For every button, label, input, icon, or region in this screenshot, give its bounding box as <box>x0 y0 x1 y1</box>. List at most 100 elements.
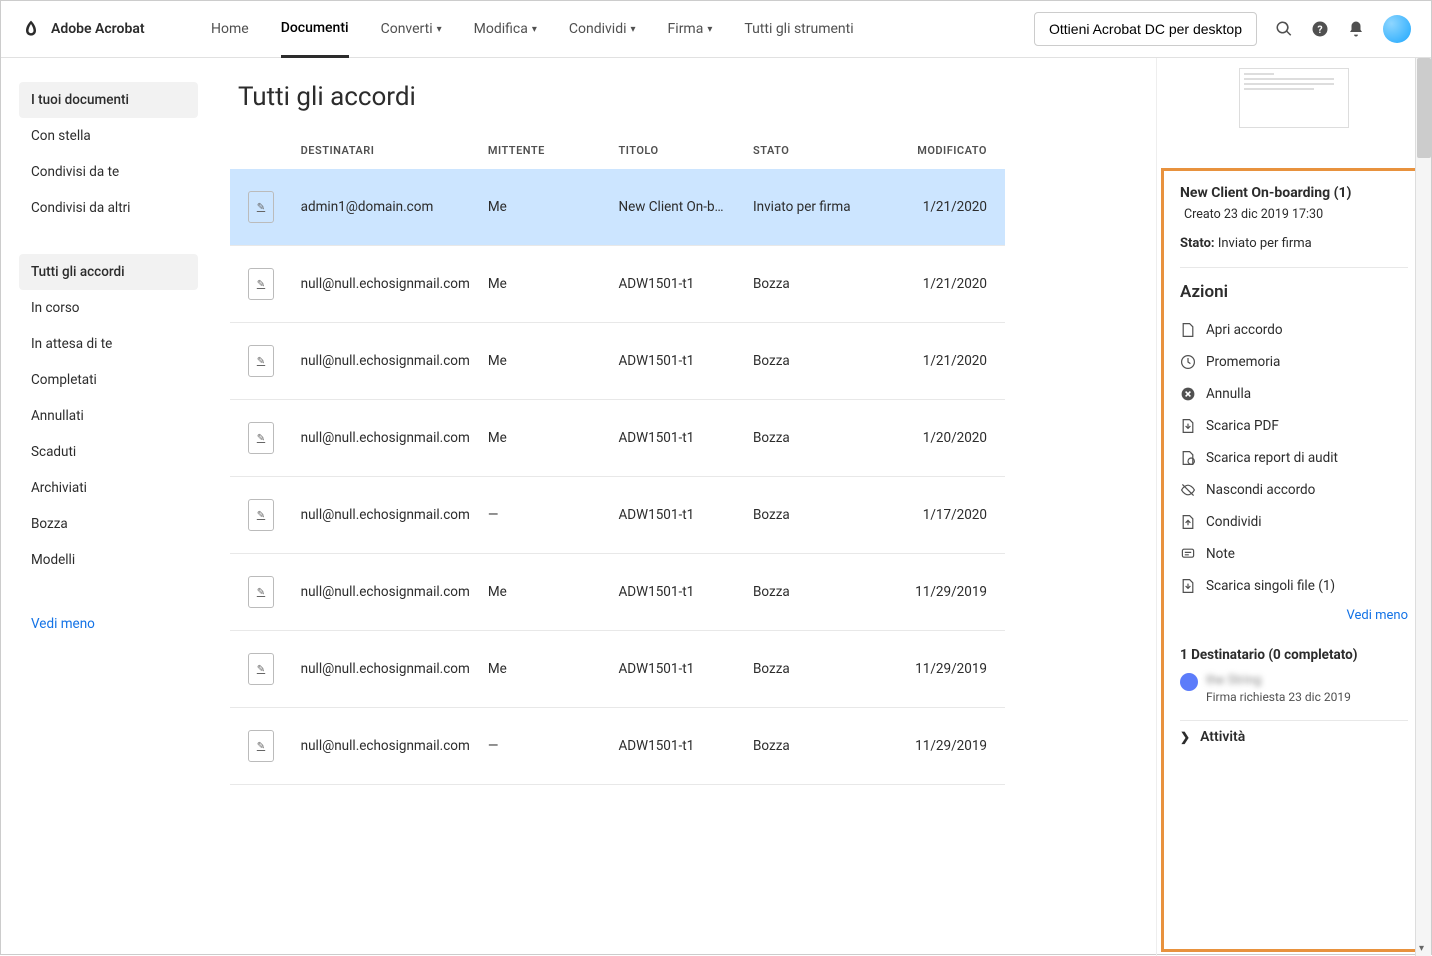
detail-title: New Client On-boarding (1) <box>1180 185 1408 201</box>
nav-modifica[interactable]: Modifica▾ <box>474 1 537 58</box>
sidebar-item-in-attesa[interactable]: In attesa di te <box>19 326 198 362</box>
document-sign-icon: ✎ <box>248 653 274 685</box>
action-report[interactable]: Scarica report di audit <box>1180 442 1408 474</box>
chevron-down-icon: ▾ <box>437 24 442 35</box>
action-files[interactable]: Scarica singoli file (1) <box>1180 570 1408 602</box>
detail-state: Stato: Inviato per firma <box>1180 236 1408 251</box>
sidebar-item-tuoi-documenti[interactable]: I tuoi documenti <box>19 82 198 118</box>
action-hide[interactable]: Nascondi accordo <box>1180 474 1408 506</box>
search-icon[interactable] <box>1275 20 1293 38</box>
scroll-thumb[interactable] <box>1417 58 1431 158</box>
nav-modifica-label: Modifica <box>474 21 528 37</box>
recipient-info: the String Firma richiesta 23 dic 2019 <box>1206 673 1351 704</box>
col-destinatari[interactable]: DESTINATARI <box>301 144 488 157</box>
sidebar-item-condivisi-da-altri[interactable]: Condivisi da altri <box>19 190 198 226</box>
row-icon-cell: ✎ <box>248 345 301 377</box>
row-stato: Bozza <box>753 584 909 600</box>
nav-converti-label: Converti <box>381 21 433 37</box>
chevron-down-icon: ▾ <box>707 24 712 35</box>
recipient-avatar-icon <box>1180 673 1198 691</box>
row-mittente: Me <box>488 661 619 677</box>
row-mittente: Me <box>488 353 619 369</box>
get-desktop-button[interactable]: Ottieni Acrobat DC per desktop <box>1034 12 1257 46</box>
action-label: Scarica report di audit <box>1206 450 1338 466</box>
nav-home[interactable]: Home <box>211 1 249 58</box>
table-row[interactable]: ✎null@null.echosignmail.com—ADW1501-t1Bo… <box>230 477 1005 554</box>
divider <box>1180 267 1408 268</box>
row-icon-cell: ✎ <box>248 191 301 223</box>
sidebar-item-tutti-accordi[interactable]: Tutti gli accordi <box>19 254 198 290</box>
row-modificato: 1/20/2020 <box>909 430 987 446</box>
document-sign-icon: ✎ <box>248 345 274 377</box>
sidebar-item-completati[interactable]: Completati <box>19 362 198 398</box>
action-label: Nascondi accordo <box>1206 482 1315 498</box>
nav-documenti[interactable]: Documenti <box>281 1 349 58</box>
vertical-scrollbar[interactable]: ▾ <box>1415 58 1431 956</box>
state-label: Stato: <box>1180 236 1215 251</box>
row-stato: Bozza <box>753 661 909 677</box>
details-vedi-meno-link[interactable]: Vedi meno <box>1180 602 1408 637</box>
sidebar-item-archiviati[interactable]: Archiviati <box>19 470 198 506</box>
recipient-row[interactable]: the String Firma richiesta 23 dic 2019 <box>1180 673 1408 704</box>
table-row[interactable]: ✎null@null.echosignmail.comMeADW1501-t1B… <box>230 554 1005 631</box>
sidebar-item-bozza[interactable]: Bozza <box>19 506 198 542</box>
col-modificato[interactable]: MODIFICATO <box>909 144 987 157</box>
state-value: Inviato per firma <box>1218 236 1312 251</box>
row-stato: Bozza <box>753 738 909 754</box>
sidebar-item-scaduti[interactable]: Scaduti <box>19 434 198 470</box>
row-destinatari: null@null.echosignmail.com <box>301 353 488 369</box>
sidebar-item-condivisi-da-te[interactable]: Condivisi da te <box>19 154 198 190</box>
recipient-name: the String <box>1206 673 1351 688</box>
action-share[interactable]: Condividi <box>1180 506 1408 538</box>
table-row[interactable]: ✎null@null.echosignmail.com—ADW1501-t1Bo… <box>230 708 1005 785</box>
activity-toggle[interactable]: ❯ Attività <box>1180 720 1408 753</box>
action-clock[interactable]: Promemoria <box>1180 346 1408 378</box>
table-row[interactable]: ✎null@null.echosignmail.comMeADW1501-t1B… <box>230 631 1005 708</box>
row-destinatari: null@null.echosignmail.com <box>301 276 488 292</box>
row-mittente: Me <box>488 199 619 215</box>
table-row[interactable]: ✎null@null.echosignmail.comMeADW1501-t1B… <box>230 400 1005 477</box>
sidebar-item-in-corso[interactable]: In corso <box>19 290 198 326</box>
scroll-down-arrow-icon[interactable]: ▾ <box>1419 943 1424 954</box>
table-row[interactable]: ✎null@null.echosignmail.comMeADW1501-t1B… <box>230 246 1005 323</box>
row-titolo: ADW1501-t1 <box>618 507 753 523</box>
action-note[interactable]: Note <box>1180 538 1408 570</box>
bell-icon[interactable] <box>1347 20 1365 38</box>
nav-tutti-strumenti[interactable]: Tutti gli strumenti <box>744 1 853 58</box>
row-icon-cell: ✎ <box>248 730 301 762</box>
table-header-row: DESTINATARI MITTENTE TITOLO STATO MODIFI… <box>230 132 1005 169</box>
row-stato: Bozza <box>753 353 909 369</box>
document-preview[interactable] <box>1157 58 1431 168</box>
table-row[interactable]: ✎null@null.echosignmail.comMeADW1501-t1B… <box>230 323 1005 400</box>
action-label: Promemoria <box>1206 354 1280 370</box>
note-icon <box>1180 546 1196 562</box>
content-area: Tutti gli accordi DESTINATARI MITTENTE T… <box>216 58 1156 956</box>
help-icon[interactable]: ? <box>1311 20 1329 38</box>
row-titolo: New Client On-b… <box>618 199 753 215</box>
user-avatar[interactable] <box>1383 15 1411 43</box>
download-icon <box>1180 418 1196 434</box>
sidebar-item-con-stella[interactable]: Con stella <box>19 118 198 154</box>
row-stato: Bozza <box>753 276 909 292</box>
action-download[interactable]: Scarica PDF <box>1180 410 1408 442</box>
action-file[interactable]: Apri accordo <box>1180 314 1408 346</box>
nav-firma[interactable]: Firma▾ <box>668 1 713 58</box>
action-cancel[interactable]: Annulla <box>1180 378 1408 410</box>
sidebar-group-2: Tutti gli accordi In corso In attesa di … <box>19 254 198 578</box>
row-stato: Inviato per firma <box>753 199 909 215</box>
sidebar-vedi-meno-link[interactable]: Vedi meno <box>19 606 198 642</box>
row-modificato: 1/17/2020 <box>909 507 987 523</box>
nav-converti[interactable]: Converti ▾ <box>381 1 442 58</box>
col-stato[interactable]: STATO <box>753 144 909 157</box>
share-icon <box>1180 514 1196 530</box>
col-mittente[interactable]: MITTENTE <box>488 144 619 157</box>
row-icon-cell: ✎ <box>248 576 301 608</box>
col-titolo[interactable]: TITOLO <box>618 144 753 157</box>
row-icon-cell: ✎ <box>248 268 301 300</box>
sidebar-item-modelli[interactable]: Modelli <box>19 542 198 578</box>
sidebar-item-annullati[interactable]: Annullati <box>19 398 198 434</box>
logo-area: Adobe Acrobat <box>21 19 201 39</box>
table-row[interactable]: ✎admin1@domain.comMeNew Client On-b…Invi… <box>230 169 1005 246</box>
main-layout: I tuoi documenti Con stella Condivisi da… <box>1 58 1431 956</box>
nav-condividi[interactable]: Condividi▾ <box>569 1 636 58</box>
